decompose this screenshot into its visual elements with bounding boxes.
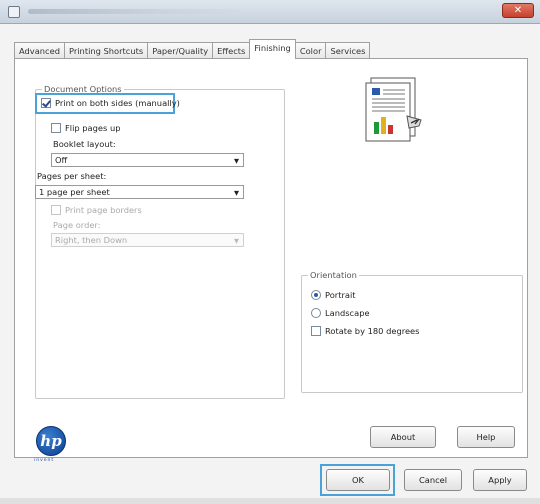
chevron-down-icon: ▼ — [234, 189, 239, 197]
chevron-down-icon: ▼ — [234, 157, 239, 165]
landscape-radio[interactable] — [311, 308, 321, 318]
finishing-panel: Document Options Print on both sides (ma… — [14, 58, 528, 458]
print-page-borders-label: Print page borders — [65, 205, 142, 215]
tab-strip: Advanced Printing Shortcuts Paper/Qualit… — [14, 39, 371, 59]
flip-pages-up-checkbox[interactable] — [51, 123, 61, 133]
tab-printing-shortcuts[interactable]: Printing Shortcuts — [63, 42, 149, 59]
tab-color[interactable]: Color — [294, 42, 327, 59]
hp-logo: hp — [36, 426, 66, 456]
booklet-layout-label: Booklet layout: — [53, 139, 116, 149]
landscape-option[interactable]: Landscape — [311, 308, 370, 319]
page-order-select[interactable]: Right, then Down ▼ — [51, 233, 244, 247]
tab-effects[interactable]: Effects — [212, 42, 251, 59]
cancel-button[interactable]: Cancel — [404, 469, 462, 491]
print-both-sides-label: Print on both sides (manually) — [55, 98, 180, 108]
ok-button[interactable]: OK — [326, 469, 390, 491]
rotate-180-label: Rotate by 180 degrees — [325, 326, 420, 336]
window-bottom-edge — [0, 498, 540, 504]
print-page-borders-checkbox[interactable] — [51, 205, 61, 215]
booklet-layout-select[interactable]: Off ▼ — [51, 153, 244, 167]
pages-per-sheet-value: 1 page per sheet — [39, 187, 110, 197]
apply-button[interactable]: Apply — [473, 469, 527, 491]
chevron-down-icon: ▼ — [234, 237, 239, 245]
page-order-value: Right, then Down — [55, 235, 128, 245]
booklet-layout-value: Off — [55, 155, 68, 165]
close-button[interactable]: ✕ — [502, 3, 534, 18]
rotate-180-option[interactable]: Rotate by 180 degrees — [311, 326, 420, 337]
printer-icon — [8, 6, 20, 18]
flip-pages-up-option[interactable]: Flip pages up — [51, 123, 121, 134]
print-both-sides-option[interactable]: Print on both sides (manually) — [41, 98, 180, 109]
landscape-label: Landscape — [325, 308, 370, 318]
print-page-borders-option[interactable]: Print page borders — [51, 205, 142, 216]
title-bar: ✕ — [0, 0, 540, 24]
tab-paper-quality[interactable]: Paper/Quality — [147, 42, 214, 59]
window-title — [28, 9, 248, 14]
portrait-option[interactable]: Portrait — [311, 290, 356, 301]
about-button[interactable]: About — [370, 426, 436, 448]
portrait-radio[interactable] — [311, 290, 321, 300]
print-both-sides-checkbox[interactable] — [41, 98, 51, 108]
rotate-180-checkbox[interactable] — [311, 326, 321, 336]
hp-tagline: invent — [34, 458, 55, 463]
orientation-title: Orientation — [308, 270, 359, 280]
pages-per-sheet-label: Pages per sheet: — [37, 171, 107, 181]
tab-services[interactable]: Services — [325, 42, 371, 59]
document-preview-icon — [365, 77, 422, 142]
portrait-label: Portrait — [325, 290, 356, 300]
page-order-label: Page order: — [53, 220, 101, 230]
flip-pages-up-label: Flip pages up — [65, 123, 121, 133]
tab-finishing[interactable]: Finishing — [249, 39, 296, 59]
tab-advanced[interactable]: Advanced — [14, 42, 65, 59]
help-button[interactable]: Help — [457, 426, 515, 448]
pages-per-sheet-select[interactable]: 1 page per sheet ▼ — [35, 185, 244, 199]
close-icon: ✕ — [513, 5, 523, 16]
